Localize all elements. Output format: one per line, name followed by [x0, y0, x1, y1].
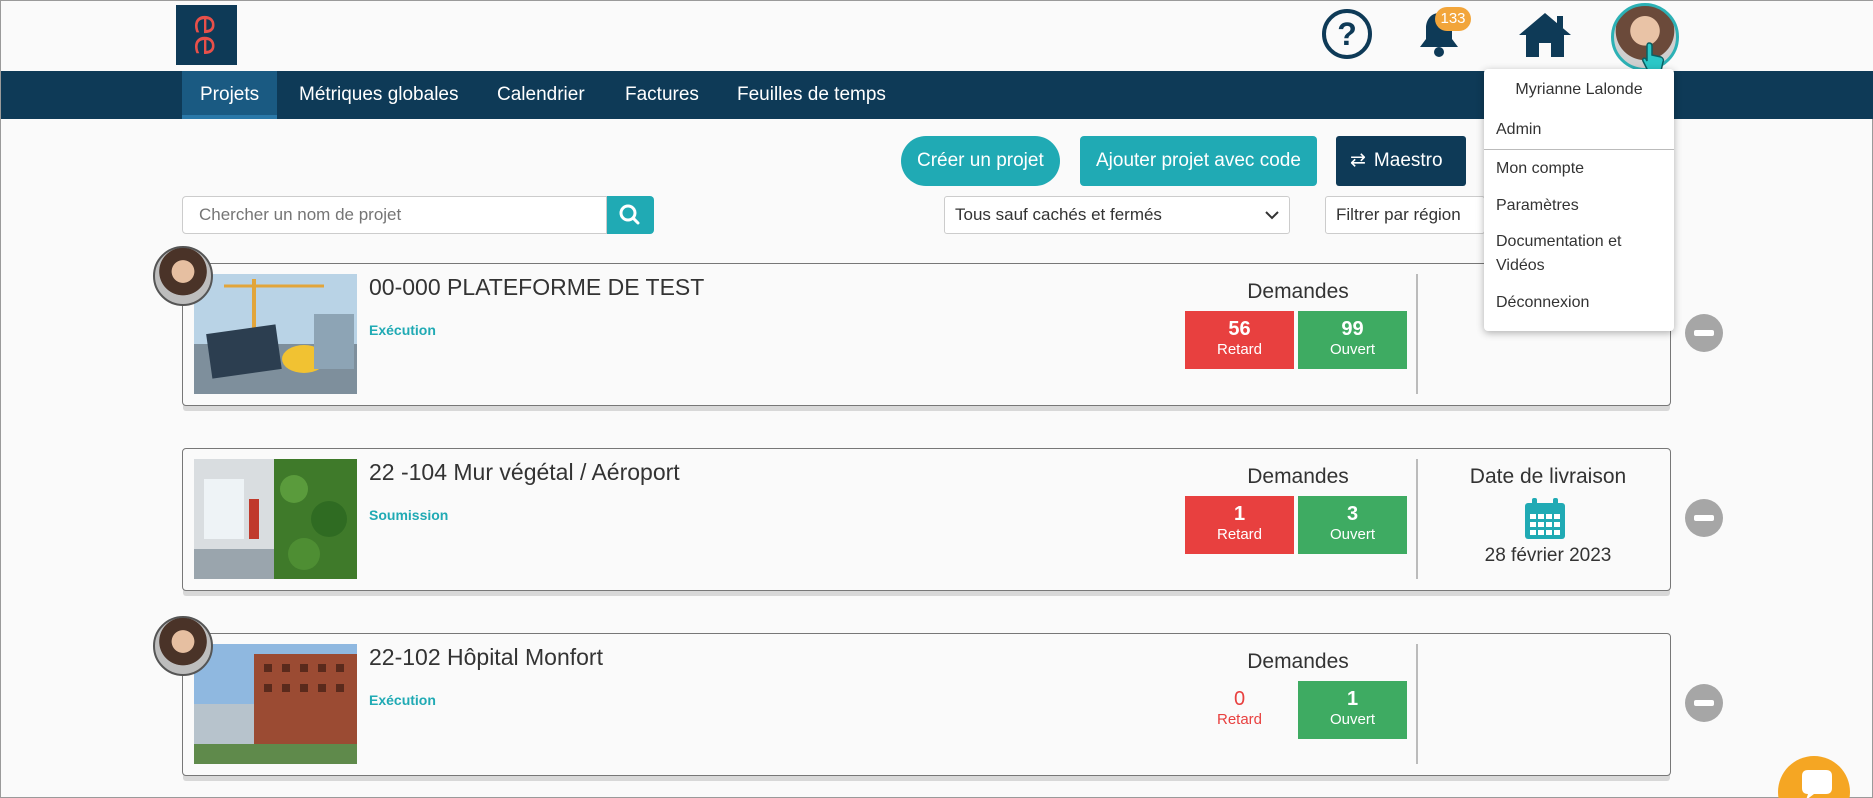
project-title[interactable]: 00-000 PLATEFORME DE TEST [369, 274, 704, 301]
help-icon[interactable]: ? [1322, 9, 1372, 59]
project-card[interactable]: 22-102 Hôpital Monfort Exécution Demande… [182, 633, 1671, 776]
late-count: 56 [1228, 318, 1251, 340]
project-phase: Soumission [369, 507, 449, 523]
late-count: 0 [1233, 688, 1246, 710]
requests-label: Demandes [1247, 465, 1349, 488]
top-header: ee ? 133 [1, 1, 1873, 72]
late-label: Retard [1216, 341, 1263, 358]
region-filter-select[interactable]: Filtrer par région [1325, 196, 1485, 234]
help-chat-bubble[interactable] [1778, 756, 1850, 798]
open-label: Ouvert [1329, 711, 1375, 728]
user-menu-dropdown: Myrianne Lalonde Admin Mon compte Paramè… [1484, 69, 1674, 331]
menu-item-admin[interactable]: Admin [1496, 118, 1666, 142]
project-title[interactable]: 22 -104 Mur végétal / Aéroport [369, 459, 680, 486]
hide-project-icon[interactable] [1685, 314, 1723, 352]
project-thumbnail [194, 274, 357, 394]
requests-label: Demandes [1247, 280, 1349, 303]
late-count: 1 [1233, 503, 1246, 525]
nav-metriques-globales[interactable]: Métriques globales [281, 71, 476, 119]
nav-projets[interactable]: Projets [182, 71, 278, 119]
user-name: Myrianne Lalonde [1515, 81, 1643, 98]
requests-label: Demandes [1247, 650, 1349, 673]
divider [1416, 274, 1418, 394]
hide-project-icon[interactable] [1685, 499, 1723, 537]
region-filter-value: Filtrer par région [1336, 205, 1461, 224]
open-label: Ouvert [1329, 341, 1375, 358]
swap-icon: ⇄ [1350, 150, 1366, 171]
status-filter-value: Tous sauf cachés et fermés [955, 205, 1162, 224]
menu-item-deconnexion[interactable]: Déconnexion [1496, 291, 1666, 315]
menu-divider [1484, 149, 1674, 150]
search-button[interactable] [607, 196, 654, 234]
status-filter-select[interactable]: Tous sauf cachés et fermés [944, 196, 1290, 234]
logo-text: ee [186, 14, 227, 56]
owner-avatar [153, 246, 213, 306]
nav-calendrier[interactable]: Calendrier [479, 71, 603, 119]
delivery-date-label: Date de livraison [1469, 465, 1627, 488]
open-requests-box[interactable]: 1 Ouvert [1298, 681, 1407, 739]
help-chat-icon [1802, 770, 1832, 798]
chevron-down-icon [1265, 211, 1279, 220]
project-card[interactable]: 22 -104 Mur végétal / Aéroport Soumissio… [182, 448, 1671, 591]
project-thumbnail [194, 644, 357, 764]
app-logo[interactable]: ee [176, 5, 237, 65]
maestro-button[interactable]: ⇄ Maestro [1336, 136, 1466, 186]
project-search-input[interactable] [182, 196, 607, 234]
owner-avatar [153, 616, 213, 676]
hide-project-icon[interactable] [1685, 684, 1723, 722]
search-icon [619, 204, 640, 225]
nav-feuilles-de-temps[interactable]: Feuilles de temps [719, 71, 904, 119]
create-project-button[interactable]: Créer un projet [901, 136, 1060, 186]
late-requests-box[interactable]: 0 Retard [1185, 681, 1294, 739]
home-icon[interactable] [1517, 11, 1573, 59]
notification-badge: 133 [1435, 7, 1471, 31]
maestro-label: Maestro [1373, 150, 1443, 171]
open-requests-box[interactable]: 3 Ouvert [1298, 496, 1407, 554]
menu-item-mon-compte[interactable]: Mon compte [1496, 157, 1666, 181]
project-title[interactable]: 22-102 Hôpital Monfort [369, 644, 603, 671]
calendar-icon [1525, 498, 1565, 539]
nav-factures[interactable]: Factures [607, 71, 717, 119]
open-label: Ouvert [1329, 526, 1375, 543]
delivery-date: 28 février 2023 [1484, 545, 1612, 566]
late-requests-box[interactable]: 1 Retard [1185, 496, 1294, 554]
open-count: 99 [1341, 318, 1364, 340]
late-label: Retard [1216, 711, 1263, 728]
project-thumbnail [194, 459, 357, 579]
divider [1416, 644, 1418, 764]
project-card[interactable]: 00-000 PLATEFORME DE TEST Exécution Dema… [182, 263, 1671, 406]
open-count: 1 [1346, 688, 1359, 710]
late-requests-box[interactable]: 56 Retard [1185, 311, 1294, 369]
divider [1416, 459, 1418, 579]
late-label: Retard [1216, 526, 1263, 543]
menu-item-parametres[interactable]: Paramètres [1496, 194, 1666, 218]
add-project-code-button[interactable]: Ajouter projet avec code [1080, 136, 1317, 186]
project-phase: Exécution [369, 692, 436, 708]
open-requests-box[interactable]: 99 Ouvert [1298, 311, 1407, 369]
menu-item-documentation[interactable]: Documentation et Vidéos [1496, 230, 1666, 278]
project-phase: Exécution [369, 322, 436, 338]
open-count: 3 [1346, 503, 1359, 525]
